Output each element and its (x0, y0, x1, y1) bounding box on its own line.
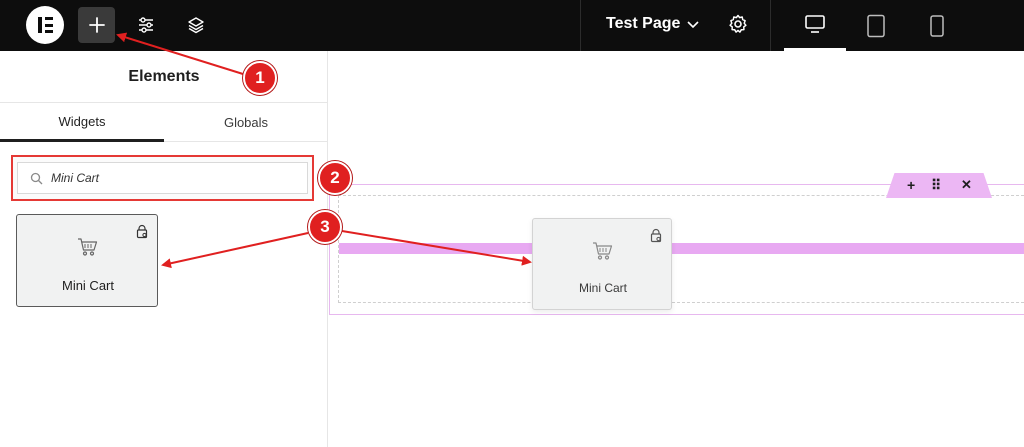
editor-root: Test Page Elements Widgets Globals Mini … (0, 0, 1024, 447)
lock-icon (136, 224, 148, 239)
annotation-badge-1: 1 (243, 61, 277, 95)
top-bar: Test Page (0, 0, 1024, 51)
drag-section-button[interactable]: ⠿ (931, 177, 941, 194)
annotation-badge-2: 2 (318, 161, 352, 195)
device-mobile-button[interactable] (906, 0, 968, 51)
page-title[interactable]: Test Page (606, 15, 680, 33)
widget-label: Mini Cart (578, 281, 627, 295)
widget-label: Mini Cart (61, 278, 114, 293)
search-icon (30, 172, 43, 184)
topbar-divider (580, 0, 581, 51)
add-element-button[interactable] (78, 7, 115, 43)
elementor-logo-icon[interactable] (26, 6, 64, 44)
cart-icon (78, 238, 98, 256)
search-highlight: Mini Cart (11, 155, 314, 201)
sliders-icon (138, 17, 153, 33)
tablet-icon (867, 14, 885, 37)
navigator-button[interactable] (177, 7, 214, 43)
plus-icon (88, 17, 105, 33)
panel-title: Elements (128, 68, 200, 85)
dragging-widget-mini-cart[interactable]: Mini Cart (532, 218, 672, 310)
widget-mini-cart[interactable]: Mini Cart (16, 214, 158, 307)
section-handle: + ⠿ ✕ (886, 173, 992, 198)
delete-section-button[interactable]: ✕ (961, 177, 972, 193)
lock-icon (650, 228, 662, 243)
annotation-badge-3: 3 (308, 210, 342, 244)
topbar-divider (770, 0, 771, 51)
cart-icon (593, 242, 613, 260)
device-desktop-button[interactable] (784, 0, 846, 51)
search-input[interactable]: Mini Cart (17, 162, 308, 194)
add-section-button[interactable]: + (907, 177, 915, 193)
elements-panel: Elements Widgets Globals Mini Cart Mini … (0, 51, 328, 447)
site-settings-button[interactable] (127, 7, 164, 43)
tab-widgets[interactable]: Widgets (0, 103, 164, 142)
mobile-icon (930, 14, 944, 37)
search-value: Mini Cart (51, 171, 100, 185)
drop-indicator (339, 243, 1024, 254)
device-tablet-button[interactable] (845, 0, 907, 51)
gear-icon[interactable] (727, 13, 749, 35)
panel-tabs: Widgets Globals (0, 102, 328, 142)
tab-globals[interactable]: Globals (164, 103, 328, 142)
chevron-down-icon[interactable] (685, 16, 701, 32)
desktop-icon (805, 15, 825, 33)
layers-icon (187, 17, 204, 34)
